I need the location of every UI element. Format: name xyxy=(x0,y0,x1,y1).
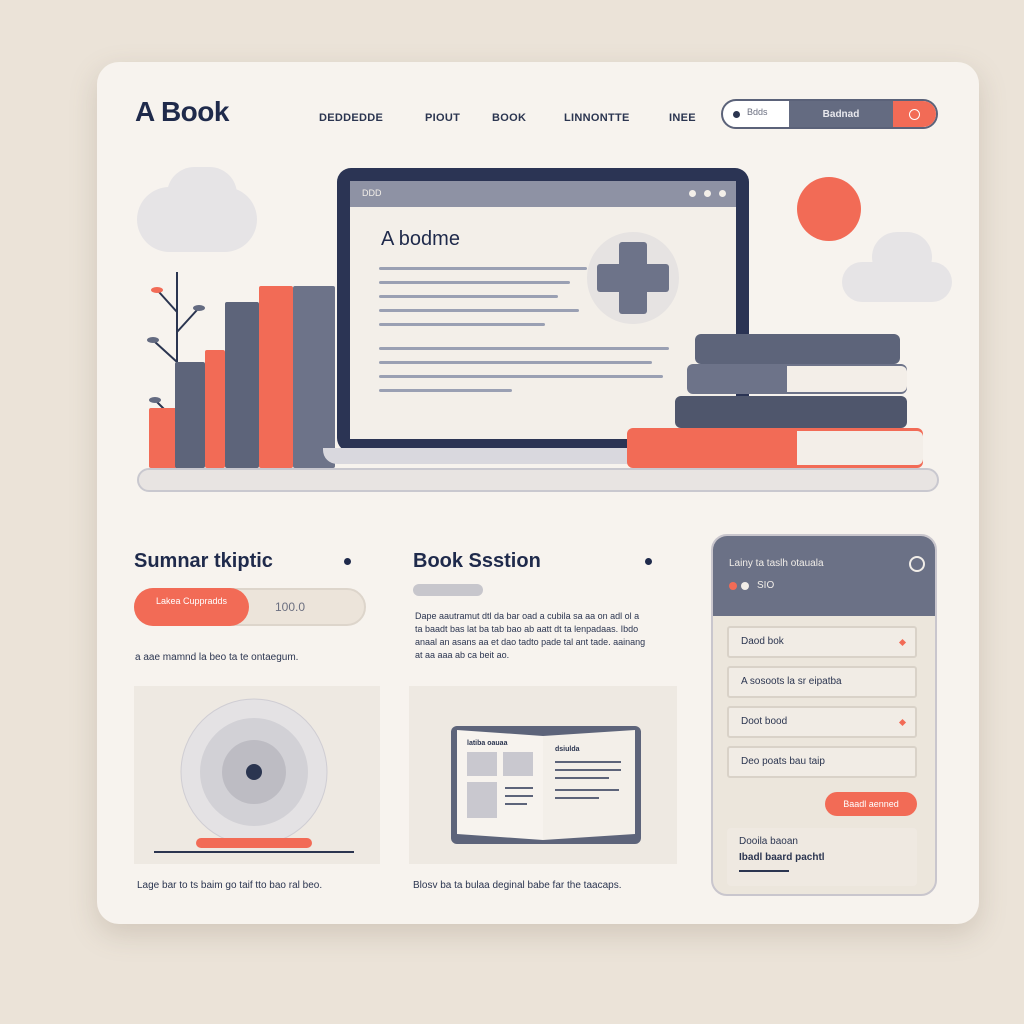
note-line-2: Ibadl baard pachtl xyxy=(739,852,825,863)
screen-tab-label: DDD xyxy=(362,188,382,198)
settings-icon[interactable] xyxy=(909,556,925,572)
cloud-right-top xyxy=(872,232,932,282)
summary-footer: Lage bar to ts baim go taif tto bao ral … xyxy=(137,880,323,891)
sidebar-item-3[interactable]: Doot bood xyxy=(727,706,917,738)
sun-icon xyxy=(797,177,861,241)
book-right-label: dsiulda xyxy=(555,746,580,753)
book-section-body: Dape aautramut dtl da bar oad a cubila s… xyxy=(415,611,646,660)
open-book-icon xyxy=(451,726,641,844)
nav-item-2[interactable]: PIOUT xyxy=(425,112,460,124)
book-section-title: Book Ssstion xyxy=(413,550,541,572)
pill-value: 100.0 xyxy=(275,600,306,614)
stacked-book-pages xyxy=(787,366,907,392)
search-input[interactable]: Bdds xyxy=(747,107,768,117)
status-dot-icon xyxy=(741,582,749,590)
note-divider xyxy=(739,870,789,872)
open-book-illustration: latiba oauaa dsiulda xyxy=(409,686,677,864)
sidebar-header: Lainy ta taslh otauala SIO xyxy=(713,536,935,616)
sidebar-item-label: Doot bood xyxy=(741,716,788,727)
menu-dot-icon[interactable] xyxy=(344,558,351,565)
sidebar-action-button[interactable]: Baadl aenned xyxy=(825,792,917,816)
sidebar-item-label: A sosoots la sr eipatba xyxy=(741,676,842,687)
summary-pill[interactable]: Lakea Cuppradds 100.0 xyxy=(134,588,366,626)
sidebar-head-title: Lainy ta taslh otauala xyxy=(729,558,824,569)
diamond-icon xyxy=(898,638,907,647)
pill-label: Lakea Cuppradds xyxy=(134,588,249,626)
sidebar-panel: Lainy ta taslh otauala SIO Daod bok A so… xyxy=(711,534,937,896)
book-left-label: latiba oauaa xyxy=(467,740,508,747)
sidebar-item-label: Deo poats bau taip xyxy=(741,756,825,767)
menu-dot-icon[interactable] xyxy=(645,558,652,565)
book-spine xyxy=(149,408,177,468)
search-bar[interactable]: Bdds Badnad xyxy=(721,99,938,129)
book-spine xyxy=(259,286,293,468)
summary-illustration xyxy=(134,686,380,864)
search-button[interactable]: Badnad xyxy=(789,101,893,127)
shelf xyxy=(137,468,939,492)
book-spine xyxy=(225,302,259,468)
diamond-icon xyxy=(898,718,907,727)
status-dot-icon xyxy=(729,582,737,590)
nav-item-5[interactable]: INEE xyxy=(669,112,696,124)
book-spine xyxy=(175,362,205,468)
laptop-topbar: DDD xyxy=(350,181,736,207)
note-line-1: Dooila baoan xyxy=(739,836,798,847)
window-dot-icon xyxy=(689,190,696,197)
sidebar-item-4[interactable]: Deo poats bau taip xyxy=(727,746,917,778)
sidebar-item-2[interactable]: A sosoots la sr eipatba xyxy=(727,666,917,698)
screen-text-block xyxy=(379,267,587,337)
logo[interactable]: A Book xyxy=(135,96,229,128)
search-icon xyxy=(909,109,920,120)
target-icon xyxy=(154,698,354,853)
sidebar-item-label: Daod bok xyxy=(741,636,784,647)
nav-item-1[interactable]: DEDDEDDE xyxy=(319,112,383,124)
stacked-book-pages xyxy=(797,431,923,465)
summary-title: Sumnar tkiptic xyxy=(134,550,273,572)
sidebar-head-sub: SIO xyxy=(757,580,775,591)
screen-text-block-2 xyxy=(379,347,669,403)
cross-icon xyxy=(597,264,669,292)
search-go-button[interactable] xyxy=(893,101,936,127)
section-tag xyxy=(413,584,483,596)
book-spine xyxy=(293,286,335,468)
screen-title: A bodme xyxy=(381,228,460,250)
app-window: A Book DEDDEDDE PIOUT BOOK LINNONTTE INE… xyxy=(97,62,979,924)
window-dot-icon xyxy=(704,190,711,197)
book-spine xyxy=(205,350,225,468)
stacked-book xyxy=(675,396,907,428)
nav-item-4[interactable]: LINNONTTE xyxy=(564,112,630,124)
sidebar-note: Dooila baoan Ibadl baard pachtl xyxy=(727,828,917,886)
window-dot-icon xyxy=(719,190,726,197)
nav-item-3[interactable]: BOOK xyxy=(492,112,526,124)
cloud-left-top xyxy=(167,167,237,222)
search-dot-icon xyxy=(733,111,740,118)
stacked-book xyxy=(695,334,900,364)
summary-caption: a aae mamnd la beo ta te ontaegum. xyxy=(135,652,299,663)
sidebar-item-1[interactable]: Daod bok xyxy=(727,626,917,658)
book-section-footer: Blosv ba ta bulaa deginal babe far the t… xyxy=(413,880,622,891)
